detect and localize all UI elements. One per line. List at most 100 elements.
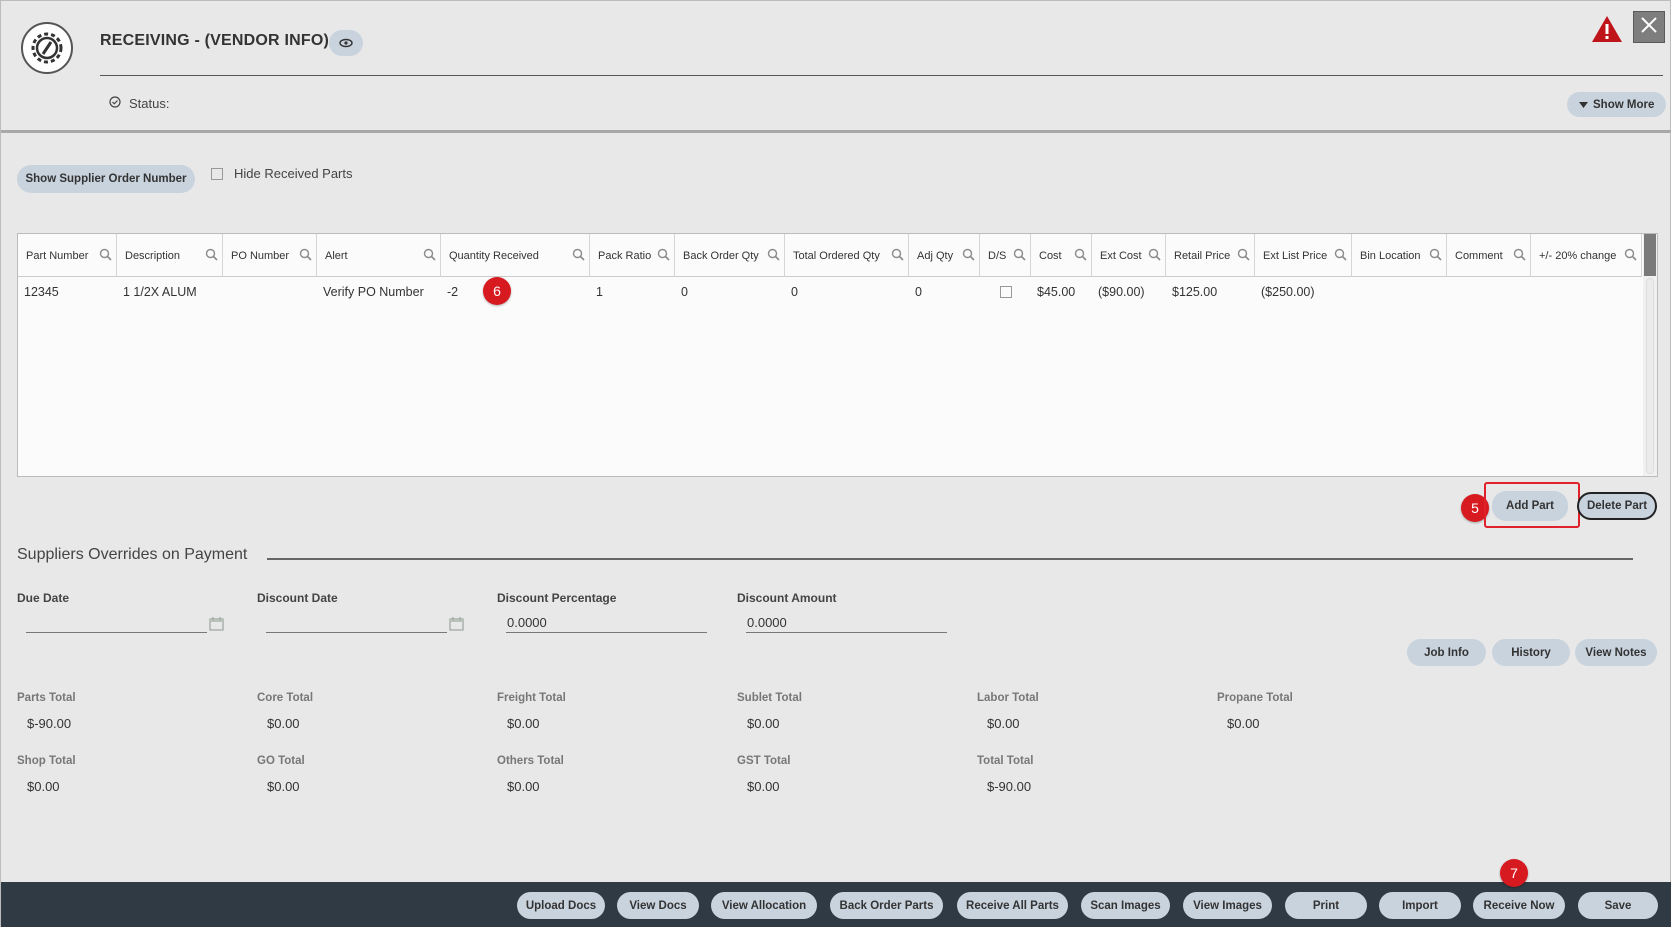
search-icon[interactable] — [1074, 248, 1087, 264]
search-icon[interactable] — [1513, 248, 1526, 264]
column-header-ds[interactable]: D/S — [980, 234, 1031, 277]
cell-comment[interactable] — [1447, 277, 1531, 307]
delete-part-button[interactable]: Delete Part — [1577, 492, 1657, 520]
column-header-ext-list-price[interactable]: Ext List Price — [1255, 234, 1352, 277]
view-docs-button[interactable]: View Docs — [617, 892, 699, 919]
search-icon[interactable] — [572, 248, 585, 264]
view-toggle-button[interactable] — [329, 30, 363, 56]
print-button[interactable]: Print — [1285, 892, 1367, 919]
cell-cost[interactable]: $45.00 — [1031, 277, 1092, 307]
status-row: Status: — [109, 96, 169, 111]
receive-now-button[interactable]: Receive Now — [1473, 892, 1565, 919]
search-icon[interactable] — [423, 248, 436, 264]
history-button[interactable]: History — [1492, 639, 1570, 666]
search-icon[interactable] — [1148, 248, 1161, 264]
import-button[interactable]: Import — [1379, 892, 1461, 919]
sublet-total-label: Sublet Total — [737, 692, 802, 704]
back-order-parts-button[interactable]: Back Order Parts — [830, 892, 943, 919]
column-header-adj-qty[interactable]: Adj Qty — [909, 234, 980, 277]
column-header-change[interactable]: +/- 20% change — [1531, 234, 1642, 277]
search-icon[interactable] — [205, 248, 218, 264]
ds-checkbox[interactable] — [1000, 286, 1012, 298]
shop-total-label: Shop Total — [17, 755, 76, 767]
upload-docs-button[interactable]: Upload Docs — [517, 892, 605, 919]
column-header-po-number[interactable]: PO Number — [223, 234, 317, 277]
cell-bin-location[interactable] — [1352, 277, 1447, 307]
column-header-comment[interactable]: Comment — [1447, 234, 1531, 277]
discount-percentage-field[interactable]: 0.0000 — [506, 611, 707, 633]
scan-images-button[interactable]: Scan Images — [1081, 892, 1170, 919]
total-total-label: Total Total — [977, 755, 1034, 767]
cell-po-number[interactable] — [223, 277, 317, 307]
cell-description[interactable]: 1 1/2X ALUM — [117, 277, 223, 307]
section-divider — [1, 130, 1671, 133]
job-info-button[interactable]: Job Info — [1407, 639, 1486, 666]
freight-total-label: Freight Total — [497, 692, 566, 704]
warning-icon[interactable] — [1591, 15, 1623, 46]
view-notes-button[interactable]: View Notes — [1575, 639, 1657, 666]
cell-adj-qty[interactable]: 0 — [909, 277, 980, 307]
shop-total-value: $0.00 — [27, 779, 60, 794]
cell-pack-ratio[interactable]: 1 — [590, 277, 675, 307]
hide-received-checkbox[interactable] — [211, 167, 223, 180]
cell-quantity-received[interactable]: -2 — [441, 277, 590, 307]
table-row[interactable]: 12345 1 1/2X ALUM Verify PO Number -2 1 … — [18, 277, 1642, 307]
column-header-pack-ratio[interactable]: Pack Ratio — [590, 234, 675, 277]
cell-alert[interactable]: Verify PO Number — [317, 277, 441, 307]
column-header-bin-location[interactable]: Bin Location — [1352, 234, 1447, 277]
view-allocation-button[interactable]: View Allocation — [711, 892, 817, 919]
cell-retail-price[interactable]: $125.00 — [1166, 277, 1255, 307]
search-icon[interactable] — [767, 248, 780, 264]
cell-total-ordered-qty[interactable]: 0 — [785, 277, 909, 307]
column-header-part-number[interactable]: Part Number — [18, 234, 117, 277]
others-total-value: $0.00 — [507, 779, 540, 794]
propane-total-label: Propane Total — [1217, 692, 1293, 704]
gear-logo-icon — [21, 22, 73, 74]
view-images-button[interactable]: View Images — [1183, 892, 1272, 919]
search-icon[interactable] — [1334, 248, 1347, 264]
cell-back-order-qty[interactable]: 0 — [675, 277, 785, 307]
column-header-retail-price[interactable]: Retail Price — [1166, 234, 1255, 277]
discount-percentage-label: Discount Percentage — [497, 591, 617, 605]
step-badge-6: 6 — [483, 277, 511, 305]
discount-amount-field[interactable]: 0.0000 — [746, 611, 947, 633]
search-icon[interactable] — [1013, 248, 1026, 264]
grid-scrollbar[interactable] — [1643, 234, 1657, 476]
search-icon[interactable] — [1624, 248, 1637, 264]
calendar-icon[interactable] — [209, 617, 224, 634]
cell-ds[interactable] — [980, 277, 1031, 307]
show-supplier-order-button[interactable]: Show Supplier Order Number — [17, 165, 195, 193]
search-icon[interactable] — [99, 248, 112, 264]
cell-change[interactable] — [1531, 277, 1642, 307]
column-header-alert[interactable]: Alert — [317, 234, 441, 277]
scrollbar-thumb[interactable] — [1646, 278, 1654, 474]
column-header-ext-cost[interactable]: Ext Cost — [1092, 234, 1166, 277]
search-icon[interactable] — [962, 248, 975, 264]
show-more-button[interactable]: Show More — [1567, 92, 1667, 117]
cell-ext-cost[interactable]: ($90.00) — [1092, 277, 1166, 307]
due-date-field[interactable] — [26, 611, 207, 633]
save-button[interactable]: Save — [1578, 892, 1658, 919]
receive-all-parts-button[interactable]: Receive All Parts — [957, 892, 1068, 919]
add-part-button[interactable]: Add Part — [1492, 491, 1568, 521]
discount-date-field[interactable] — [266, 611, 447, 633]
column-header-back-order-qty[interactable]: Back Order Qty — [675, 234, 785, 277]
search-icon[interactable] — [891, 248, 904, 264]
close-button[interactable] — [1633, 11, 1665, 43]
search-icon[interactable] — [1429, 248, 1442, 264]
search-icon[interactable] — [299, 248, 312, 264]
gst-total-label: GST Total — [737, 755, 791, 767]
go-total-value: $0.00 — [267, 779, 300, 794]
hide-received-toggle[interactable]: Hide Received Parts — [211, 166, 353, 181]
column-header-cost[interactable]: Cost — [1031, 234, 1092, 277]
cell-part-number[interactable]: 12345 — [18, 277, 117, 307]
scrollbar-header-block — [1644, 234, 1656, 276]
calendar-icon[interactable] — [449, 617, 464, 634]
core-total-value: $0.00 — [267, 716, 300, 731]
column-header-quantity-received[interactable]: Quantity Received — [441, 234, 590, 277]
cell-ext-list-price[interactable]: ($250.00) — [1255, 277, 1352, 307]
search-icon[interactable] — [1237, 248, 1250, 264]
column-header-description[interactable]: Description — [117, 234, 223, 277]
column-header-total-ordered-qty[interactable]: Total Ordered Qty — [785, 234, 909, 277]
search-icon[interactable] — [657, 248, 670, 264]
